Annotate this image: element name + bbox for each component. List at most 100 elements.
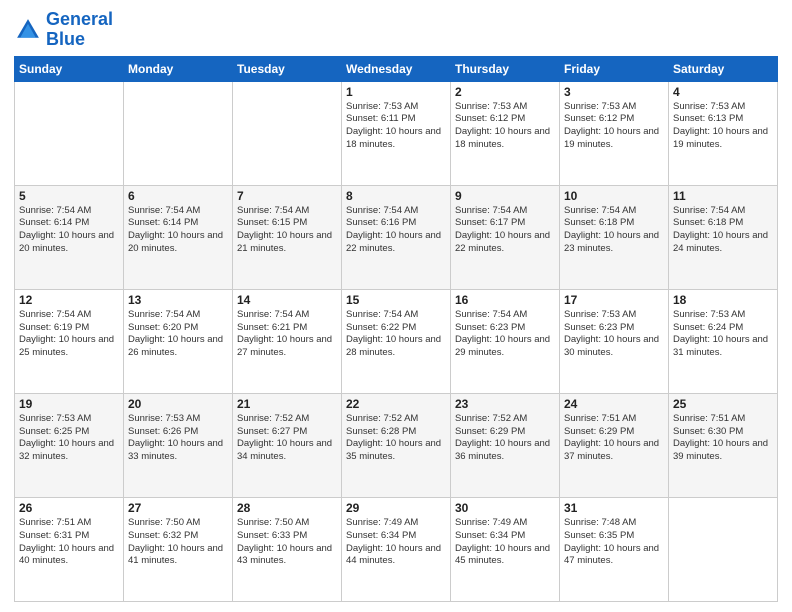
weekday-header-sunday: Sunday	[15, 56, 124, 81]
day-info: Sunrise: 7:53 AMSunset: 6:23 PMDaylight:…	[564, 309, 664, 360]
calendar-cell: 27 Sunrise: 7:50 AMSunset: 6:32 PMDayligh…	[124, 497, 233, 601]
day-info: Sunrise: 7:54 AMSunset: 6:16 PMDaylight:…	[346, 205, 446, 256]
day-info: Sunrise: 7:49 AMSunset: 6:34 PMDaylight:…	[346, 517, 446, 568]
calendar-cell: 22 Sunrise: 7:52 AMSunset: 6:28 PMDayligh…	[342, 393, 451, 497]
day-info: Sunrise: 7:53 AMSunset: 6:12 PMDaylight:…	[455, 101, 555, 152]
calendar-cell: 2 Sunrise: 7:53 AMSunset: 6:12 PMDaylight…	[451, 81, 560, 185]
day-info: Sunrise: 7:51 AMSunset: 6:30 PMDaylight:…	[673, 413, 773, 464]
calendar-cell	[124, 81, 233, 185]
day-info: Sunrise: 7:53 AMSunset: 6:11 PMDaylight:…	[346, 101, 446, 152]
day-info: Sunrise: 7:51 AMSunset: 6:31 PMDaylight:…	[19, 517, 119, 568]
day-info: Sunrise: 7:50 AMSunset: 6:33 PMDaylight:…	[237, 517, 337, 568]
calendar-cell: 25 Sunrise: 7:51 AMSunset: 6:30 PMDayligh…	[669, 393, 778, 497]
calendar-cell	[15, 81, 124, 185]
day-info: Sunrise: 7:54 AMSunset: 6:21 PMDaylight:…	[237, 309, 337, 360]
calendar-cell: 30 Sunrise: 7:49 AMSunset: 6:34 PMDayligh…	[451, 497, 560, 601]
day-number: 24	[564, 397, 664, 411]
header: General Blue	[14, 10, 778, 50]
day-info: Sunrise: 7:54 AMSunset: 6:23 PMDaylight:…	[455, 309, 555, 360]
day-number: 13	[128, 293, 228, 307]
day-number: 27	[128, 501, 228, 515]
calendar-cell: 29 Sunrise: 7:49 AMSunset: 6:34 PMDayligh…	[342, 497, 451, 601]
day-number: 12	[19, 293, 119, 307]
calendar-cell	[233, 81, 342, 185]
calendar-cell: 4Sunrise: 7:53 AMSunset: 6:13 PMDaylight…	[669, 81, 778, 185]
day-info: Sunrise: 7:52 AMSunset: 6:27 PMDaylight:…	[237, 413, 337, 464]
day-number: 11	[673, 189, 773, 203]
calendar-cell	[669, 497, 778, 601]
day-number: 4	[673, 85, 773, 99]
day-number: 3	[564, 85, 664, 99]
weekday-header-row: SundayMondayTuesdayWednesdayThursdayFrid…	[15, 56, 778, 81]
day-number: 28	[237, 501, 337, 515]
calendar-cell: 9 Sunrise: 7:54 AMSunset: 6:17 PMDaylight…	[451, 185, 560, 289]
weekday-header-thursday: Thursday	[451, 56, 560, 81]
calendar-cell: 19 Sunrise: 7:53 AMSunset: 6:25 PMDayligh…	[15, 393, 124, 497]
day-number: 2	[455, 85, 555, 99]
day-number: 16	[455, 293, 555, 307]
day-info: Sunrise: 7:54 AMSunset: 6:22 PMDaylight:…	[346, 309, 446, 360]
day-number: 19	[19, 397, 119, 411]
day-number: 8	[346, 189, 446, 203]
calendar-cell: 12 Sunrise: 7:54 AMSunset: 6:19 PMDayligh…	[15, 289, 124, 393]
calendar-cell: 6 Sunrise: 7:54 AMSunset: 6:14 PMDaylight…	[124, 185, 233, 289]
logo: General Blue	[14, 10, 113, 50]
calendar-cell: 7Sunrise: 7:54 AMSunset: 6:15 PMDaylight…	[233, 185, 342, 289]
weekday-header-tuesday: Tuesday	[233, 56, 342, 81]
calendar-cell: 11 Sunrise: 7:54 AMSunset: 6:18 PMDayligh…	[669, 185, 778, 289]
calendar-cell: 13Sunrise: 7:54 AMSunset: 6:20 PMDayligh…	[124, 289, 233, 393]
calendar-week-2: 5 Sunrise: 7:54 AMSunset: 6:14 PMDaylight…	[15, 185, 778, 289]
day-info: Sunrise: 7:48 AMSunset: 6:35 PMDaylight:…	[564, 517, 664, 568]
calendar-cell: 5 Sunrise: 7:54 AMSunset: 6:14 PMDaylight…	[15, 185, 124, 289]
day-number: 23	[455, 397, 555, 411]
day-number: 25	[673, 397, 773, 411]
day-number: 18	[673, 293, 773, 307]
day-info: Sunrise: 7:54 AMSunset: 6:18 PMDaylight:…	[564, 205, 664, 256]
day-info: Sunrise: 7:53 AMSunset: 6:26 PMDaylight:…	[128, 413, 228, 464]
day-info: Sunrise: 7:54 AMSunset: 6:14 PMDaylight:…	[128, 205, 228, 256]
weekday-header-wednesday: Wednesday	[342, 56, 451, 81]
day-info: Sunrise: 7:53 AMSunset: 6:12 PMDaylight:…	[564, 101, 664, 152]
day-number: 31	[564, 501, 664, 515]
day-number: 22	[346, 397, 446, 411]
calendar-cell: 10 Sunrise: 7:54 AMSunset: 6:18 PMDayligh…	[560, 185, 669, 289]
day-info: Sunrise: 7:53 AMSunset: 6:25 PMDaylight:…	[19, 413, 119, 464]
day-info: Sunrise: 7:54 AMSunset: 6:17 PMDaylight:…	[455, 205, 555, 256]
day-info: Sunrise: 7:52 AMSunset: 6:29 PMDaylight:…	[455, 413, 555, 464]
calendar-week-5: 26Sunrise: 7:51 AMSunset: 6:31 PMDayligh…	[15, 497, 778, 601]
day-number: 15	[346, 293, 446, 307]
calendar-cell: 3 Sunrise: 7:53 AMSunset: 6:12 PMDaylight…	[560, 81, 669, 185]
day-info: Sunrise: 7:54 AMSunset: 6:14 PMDaylight:…	[19, 205, 119, 256]
calendar-cell: 26Sunrise: 7:51 AMSunset: 6:31 PMDayligh…	[15, 497, 124, 601]
day-info: Sunrise: 7:49 AMSunset: 6:34 PMDaylight:…	[455, 517, 555, 568]
day-info: Sunrise: 7:54 AMSunset: 6:19 PMDaylight:…	[19, 309, 119, 360]
day-number: 17	[564, 293, 664, 307]
calendar-table: SundayMondayTuesdayWednesdayThursdayFrid…	[14, 56, 778, 602]
calendar-week-3: 12 Sunrise: 7:54 AMSunset: 6:19 PMDayligh…	[15, 289, 778, 393]
day-info: Sunrise: 7:51 AMSunset: 6:29 PMDaylight:…	[564, 413, 664, 464]
day-info: Sunrise: 7:50 AMSunset: 6:32 PMDaylight:…	[128, 517, 228, 568]
day-info: Sunrise: 7:52 AMSunset: 6:28 PMDaylight:…	[346, 413, 446, 464]
day-number: 10	[564, 189, 664, 203]
day-number: 29	[346, 501, 446, 515]
day-number: 20	[128, 397, 228, 411]
calendar-cell: 24 Sunrise: 7:51 AMSunset: 6:29 PMDayligh…	[560, 393, 669, 497]
calendar-cell: 1 Sunrise: 7:53 AMSunset: 6:11 PMDaylight…	[342, 81, 451, 185]
weekday-header-saturday: Saturday	[669, 56, 778, 81]
day-info: Sunrise: 7:54 AMSunset: 6:15 PMDaylight:…	[237, 205, 337, 256]
calendar-cell: 15 Sunrise: 7:54 AMSunset: 6:22 PMDayligh…	[342, 289, 451, 393]
calendar-cell: 14 Sunrise: 7:54 AMSunset: 6:21 PMDayligh…	[233, 289, 342, 393]
weekday-header-monday: Monday	[124, 56, 233, 81]
day-number: 14	[237, 293, 337, 307]
day-info: Sunrise: 7:54 AMSunset: 6:18 PMDaylight:…	[673, 205, 773, 256]
page: General Blue SundayMondayTuesdayWednesda…	[0, 0, 792, 612]
day-number: 9	[455, 189, 555, 203]
day-number: 30	[455, 501, 555, 515]
calendar-cell: 16 Sunrise: 7:54 AMSunset: 6:23 PMDayligh…	[451, 289, 560, 393]
calendar-week-4: 19 Sunrise: 7:53 AMSunset: 6:25 PMDayligh…	[15, 393, 778, 497]
calendar-cell: 23 Sunrise: 7:52 AMSunset: 6:29 PMDayligh…	[451, 393, 560, 497]
calendar-cell: 17 Sunrise: 7:53 AMSunset: 6:23 PMDayligh…	[560, 289, 669, 393]
day-number: 1	[346, 85, 446, 99]
day-number: 5	[19, 189, 119, 203]
day-number: 6	[128, 189, 228, 203]
